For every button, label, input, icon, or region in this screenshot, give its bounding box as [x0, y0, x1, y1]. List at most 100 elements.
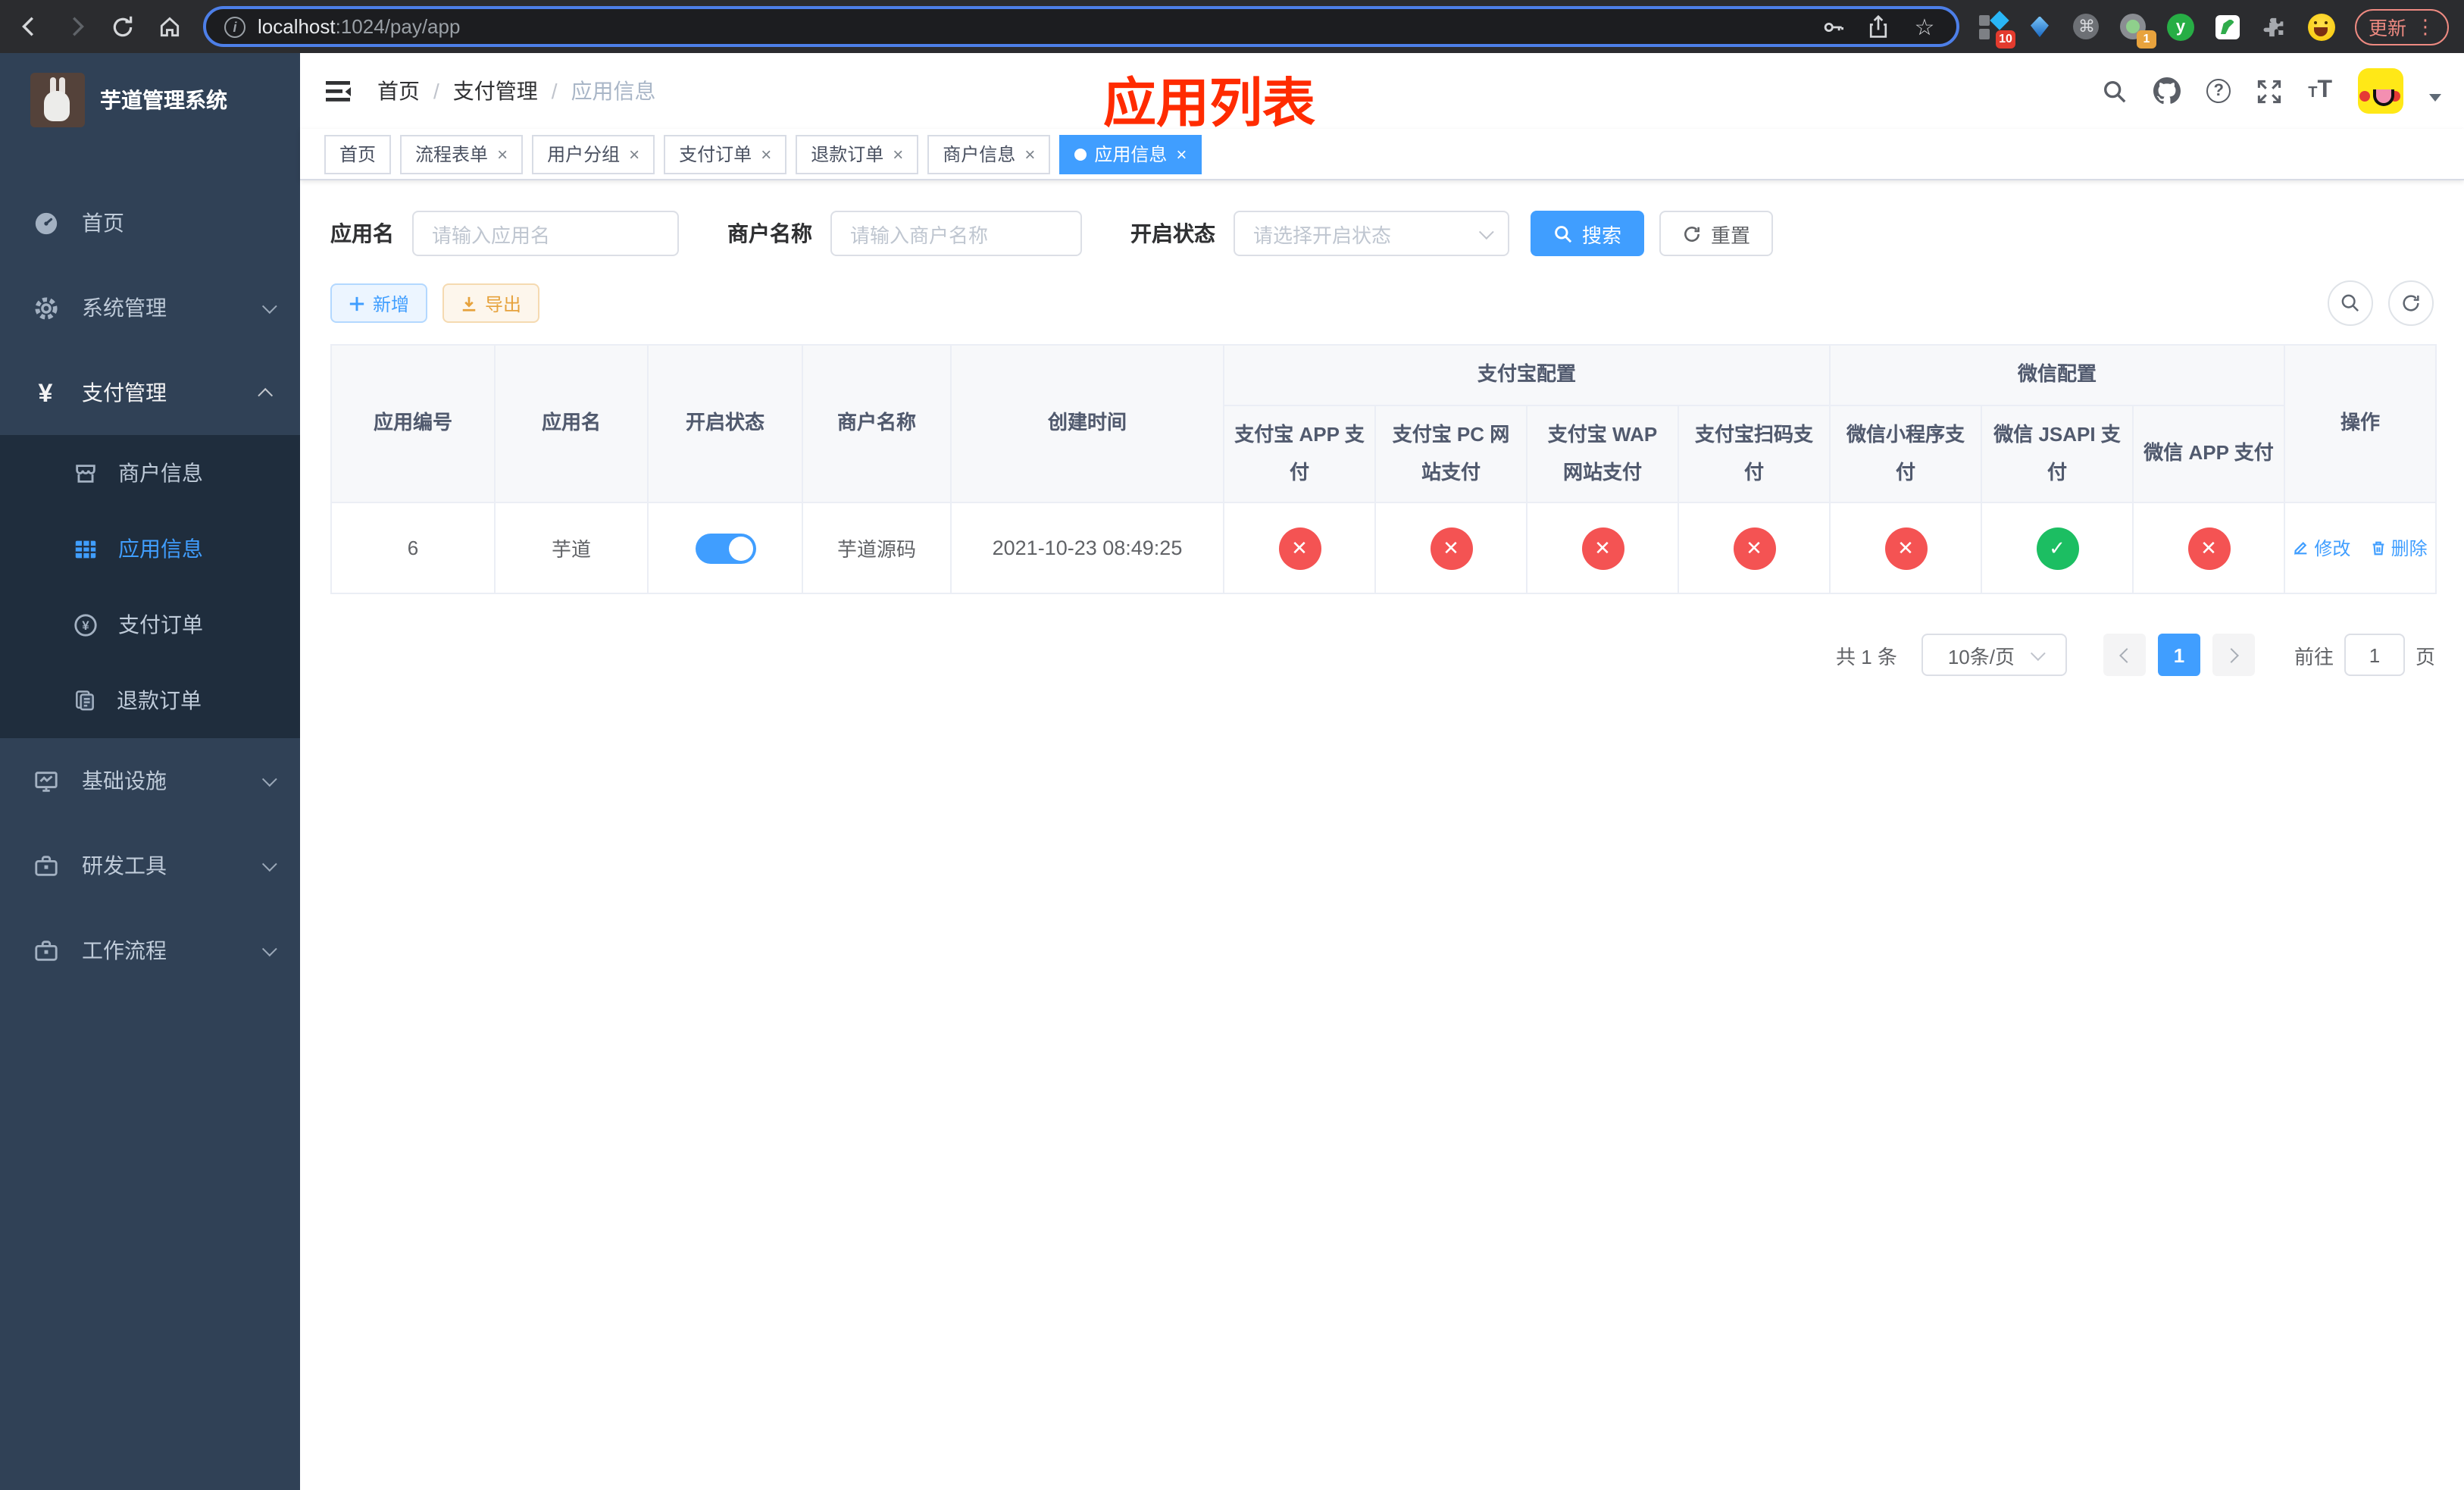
cell-status — [647, 502, 803, 594]
ext-grasshopper-icon[interactable] — [2214, 13, 2241, 40]
merchant-name-label: 商户名称 — [727, 221, 812, 246]
tab-close-icon[interactable]: × — [1174, 145, 1187, 163]
share-icon[interactable] — [1865, 13, 1893, 40]
sidebar-item-system[interactable]: 系统管理 — [0, 265, 300, 350]
address-bar[interactable]: i localhost:1024/pay/app ☆ — [203, 6, 1959, 47]
tab-merchant-info[interactable]: 商户信息 × — [927, 134, 1051, 174]
col-merchant: 商户名称 — [802, 344, 952, 503]
current-page-button[interactable]: 1 — [2157, 634, 2200, 676]
chevron-down-icon — [261, 856, 277, 872]
app-name-input[interactable]: 请输入应用名 — [412, 211, 679, 256]
col-group-alipay: 支付宝配置 — [1222, 344, 1831, 406]
help-icon[interactable]: ? — [2206, 79, 2231, 103]
col-alipay-app: 支付宝 APP 支付 — [1223, 405, 1376, 503]
dashboard-icon — [32, 210, 59, 236]
status-cross-icon: ✕ — [1733, 527, 1775, 569]
sidebar-item-app-info[interactable]: 应用信息 — [0, 511, 300, 587]
sidebar-item-home[interactable]: 首页 — [0, 180, 300, 265]
header-search-icon[interactable] — [2102, 78, 2128, 104]
tab-user-group[interactable]: 用户分组 × — [532, 134, 655, 174]
profile-avatar-icon[interactable] — [2307, 13, 2335, 40]
chevron-down-icon — [261, 941, 277, 956]
status-select[interactable]: 请选择开启状态 — [1234, 211, 1509, 256]
ext-recorder-icon[interactable]: 1 — [2120, 13, 2156, 48]
tab-pay-order[interactable]: 支付订单 × — [664, 134, 787, 174]
github-icon[interactable] — [2153, 77, 2181, 105]
status-cross-icon: ✕ — [1884, 527, 1928, 569]
browser-update-button[interactable]: 更新 ⋮ — [2354, 8, 2449, 45]
browser-reload-icon[interactable] — [109, 13, 136, 40]
monitor-chart-icon — [32, 768, 59, 794]
password-key-icon[interactable] — [1820, 13, 1847, 40]
status-toggle[interactable] — [695, 533, 755, 563]
cell-alipay-wap: ✕ — [1526, 502, 1679, 594]
tags-view-bar: 首页× 流程表单× 用户分组× 支付订单× 退款订单× 商户信息× 应用信息× — [300, 129, 2464, 180]
delete-link[interactable]: 删除 — [2370, 535, 2428, 561]
add-button[interactable]: 新增 — [330, 283, 428, 323]
breadcrumb-payment[interactable]: 支付管理 — [453, 76, 538, 106]
prev-page-button[interactable] — [2103, 634, 2146, 676]
browser-home-icon[interactable] — [156, 13, 183, 40]
tab-close-icon[interactable]: × — [1023, 145, 1035, 163]
sidebar-item-infrastructure[interactable]: 基础设施 — [0, 738, 300, 823]
browser-menu-icon[interactable]: ⋮ — [2416, 17, 2435, 36]
sidebar-item-devtools[interactable]: 研发工具 — [0, 823, 300, 908]
reset-button[interactable]: 重置 — [1659, 211, 1774, 256]
logo-rabbit-image — [30, 73, 85, 127]
sidebar-item-payment[interactable]: ¥ 支付管理 — [0, 350, 300, 435]
tab-home[interactable]: 首页× — [324, 134, 392, 174]
ext-y-icon[interactable]: y — [2166, 13, 2194, 40]
main-area: 首页 / 支付管理 / 应用信息 应用列表 ? TT 首页 流程表单 × 用户分… — [300, 53, 2464, 1490]
tab-close-icon[interactable]: × — [496, 145, 508, 163]
extensions-puzzle-icon[interactable] — [2261, 13, 2288, 40]
browser-forward-icon[interactable] — [62, 13, 89, 40]
next-page-button[interactable] — [2212, 634, 2255, 676]
page-size-select[interactable]: 10条/页 — [1921, 634, 2067, 676]
sidebar-item-pay-order[interactable]: ¥ 支付订单 — [0, 587, 300, 662]
edit-link[interactable]: 修改 — [2293, 535, 2350, 561]
page-content: 应用名 请输入应用名 商户名称 请输入商户名称 开启状态 请选择开启状态 搜索 … — [300, 180, 2464, 676]
ext-kite-icon[interactable] — [2026, 13, 2053, 40]
table-row: 6 芋道 芋道源码 2021-10-23 08:49:25 ✕ ✕ ✕ ✕ ✕ … — [330, 502, 2437, 594]
tab-refund-order[interactable]: 退款订单 × — [796, 134, 919, 174]
bookmark-star-icon[interactable]: ☆ — [1911, 13, 1938, 40]
goto-page-input[interactable]: 1 — [2344, 634, 2405, 676]
goto-label: 前往 — [2294, 645, 2334, 668]
toggle-search-button[interactable] — [2328, 280, 2373, 326]
avatar-caret-down-icon[interactable] — [2429, 93, 2441, 101]
payment-submenu: 商户信息 应用信息 ¥ 支付订单 退款订单 — [0, 435, 300, 738]
tab-process-form[interactable]: 流程表单 × — [400, 134, 524, 174]
app-logo[interactable]: 芋道管理系统 — [0, 53, 300, 147]
tab-close-icon[interactable]: × — [627, 145, 639, 163]
browser-toolbar: i localhost:1024/pay/app ☆ 10 ⌘ 1 y 更新 ⋮ — [0, 0, 2464, 53]
tab-close-icon[interactable]: × — [891, 145, 903, 163]
col-created: 创建时间 — [950, 344, 1224, 503]
search-form: 应用名 请输入应用名 商户名称 请输入商户名称 开启状态 请选择开启状态 搜索 … — [330, 211, 2434, 256]
col-wechat-app: 微信 APP 支付 — [2132, 405, 2286, 503]
sidebar-collapse-icon[interactable] — [323, 76, 353, 106]
tab-app-info[interactable]: 应用信息 × — [1059, 134, 1202, 174]
user-avatar[interactable] — [2358, 68, 2403, 114]
tab-close-icon[interactable]: × — [759, 145, 771, 163]
search-button[interactable]: 搜索 — [1531, 211, 1645, 256]
chevron-down-icon — [261, 298, 277, 314]
breadcrumb-home[interactable]: 首页 — [377, 76, 420, 106]
fullscreen-icon[interactable] — [2256, 78, 2282, 104]
font-size-icon[interactable]: TT — [2308, 77, 2332, 105]
col-group-wechat: 微信配置 — [1829, 344, 2286, 406]
browser-back-icon[interactable] — [15, 13, 42, 40]
site-info-icon[interactable]: i — [224, 16, 245, 37]
merchant-name-input[interactable]: 请输入商户名称 — [830, 211, 1082, 256]
sidebar-item-merchant-info[interactable]: 商户信息 — [0, 435, 300, 511]
chevron-down-icon — [2029, 645, 2045, 661]
sidebar-item-workflow[interactable]: 工作流程 — [0, 908, 300, 993]
breadcrumb-current: 应用信息 — [571, 79, 656, 103]
status-check-icon: ✓ — [2036, 527, 2079, 569]
ext-diamond-icon[interactable]: 10 — [1978, 10, 2015, 48]
gear-icon — [32, 295, 59, 321]
ext-command-icon[interactable]: ⌘ — [2073, 13, 2100, 40]
sidebar-item-refund-order[interactable]: 退款订单 — [0, 662, 300, 738]
refresh-button[interactable] — [2388, 280, 2434, 326]
export-button[interactable]: 导出 — [442, 283, 540, 323]
page-annotation-title: 应用列表 — [1102, 74, 1316, 133]
